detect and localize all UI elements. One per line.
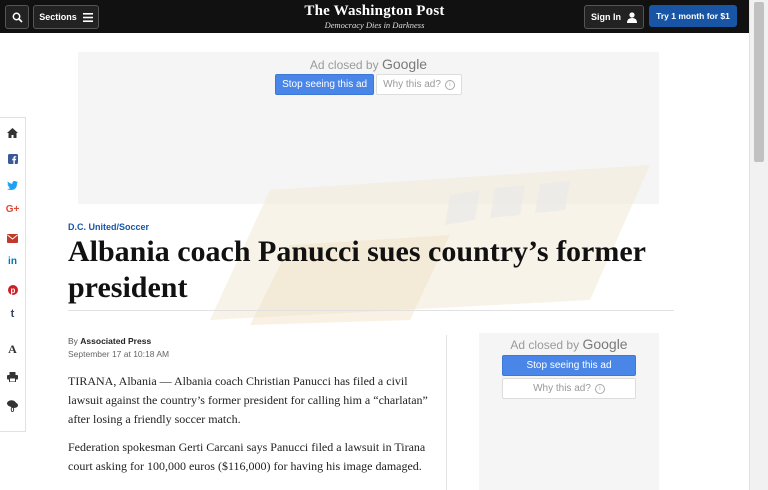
why-this-ad-button[interactable]: Why this ad? i [502, 378, 636, 399]
sign-in-label: Sign In [591, 12, 621, 22]
subscribe-button[interactable]: Try 1 month for $1 [649, 5, 737, 27]
info-icon: i [444, 79, 455, 90]
google-plus-icon[interactable]: G+ [0, 204, 25, 215]
article-kicker[interactable]: D.C. United/Soccer [68, 222, 149, 232]
tumblr-icon[interactable]: t [0, 308, 25, 320]
stop-seeing-ad-button[interactable]: Stop seeing this ad [502, 355, 636, 376]
column-divider [446, 335, 447, 490]
social-share-rail: G+ in p t A 0 [0, 117, 26, 432]
ad-closed-notice: Ad closed by Google [78, 56, 659, 72]
ad-closed-notice: Ad closed by Google [479, 336, 659, 352]
scrollbar-thumb[interactable] [754, 2, 764, 162]
headline-divider [68, 310, 674, 311]
article-paragraph: TIRANA, Albania — Albania coach Christia… [68, 374, 428, 426]
linkedin-icon[interactable]: in [0, 256, 25, 267]
twitter-icon[interactable] [0, 177, 25, 195]
why-this-ad-label: Why this ad? [533, 383, 591, 394]
email-icon[interactable] [0, 230, 25, 248]
font-size-icon[interactable]: A [0, 342, 25, 357]
top-nav-bar: Sections The Washington Post Democracy D… [0, 0, 749, 33]
google-wordmark: Google [381, 56, 428, 72]
google-wordmark: Google [582, 336, 628, 352]
ad-slot-top: Ad closed by Google Stop seeing this ad … [78, 52, 659, 204]
publish-date: September 17 at 10:18 AM [68, 349, 170, 359]
info-icon: i [594, 383, 605, 394]
author-link[interactable]: Associated Press [80, 336, 151, 346]
pinterest-icon[interactable]: p [0, 282, 25, 300]
byline: By Associated Press [68, 336, 151, 346]
print-icon[interactable] [0, 369, 25, 387]
page-scrollbar[interactable] [749, 0, 768, 490]
ad-closed-text: Ad closed by [510, 338, 580, 352]
why-this-ad-label: Why this ad? [383, 79, 441, 90]
comment-count: 0 [10, 407, 15, 414]
facebook-icon[interactable] [0, 151, 25, 169]
sign-in-button[interactable]: Sign In [584, 5, 644, 29]
ad-closed-text: Ad closed by [309, 58, 379, 72]
stop-seeing-ad-button[interactable]: Stop seeing this ad [275, 74, 375, 95]
ad-slot-side: Ad closed by Google Stop seeing this ad … [479, 333, 659, 490]
byline-prefix: By [68, 336, 78, 346]
article-paragraph: Federation spokesman Gerti Carcani says … [68, 440, 426, 473]
article-headline: Albania coach Panucci sues country’s for… [68, 235, 646, 304]
user-icon [627, 11, 637, 23]
why-this-ad-button[interactable]: Why this ad? i [376, 74, 462, 95]
home-icon[interactable] [0, 125, 25, 143]
svg-text:p: p [10, 286, 15, 295]
